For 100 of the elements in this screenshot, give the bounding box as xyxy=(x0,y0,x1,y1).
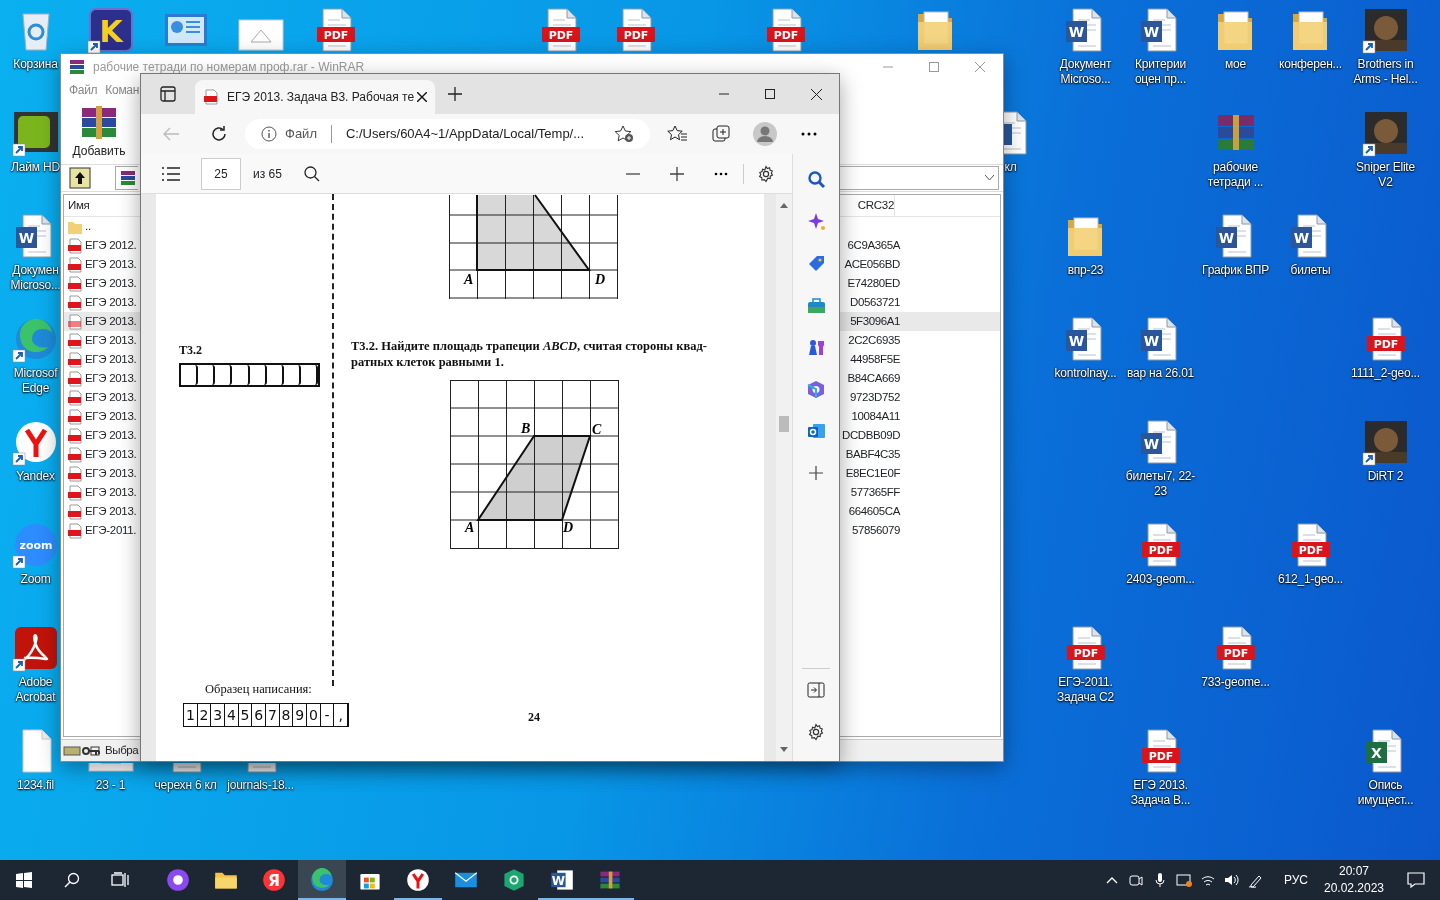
tv-app-icon[interactable] xyxy=(11,109,60,157)
language-indicator[interactable]: РУС xyxy=(1283,871,1308,889)
taskbar-app-button[interactable]: Я xyxy=(250,860,298,900)
sample-digits: 1 2 3 4 5 6 7 8 9 0 - , xyxy=(183,702,349,727)
settings-icon xyxy=(807,723,825,741)
file-name[interactable]: ЕГЭ 2012. xyxy=(85,236,137,255)
icon-label: Zoom xyxy=(20,572,51,587)
icon-label: конферен... xyxy=(1279,57,1342,72)
pdf-file-icon xyxy=(67,294,83,311)
crc-value: B84CA669 xyxy=(846,370,900,386)
browser-icon: Я xyxy=(262,868,286,892)
scrollbar-thumb[interactable] xyxy=(779,416,789,432)
game-icon[interactable] xyxy=(1361,418,1410,466)
answer-boxes[interactable] xyxy=(179,363,320,387)
file-name[interactable]: ЕГЭ 2013. xyxy=(85,388,137,407)
file-name[interactable]: ЕГЭ 2013. xyxy=(85,369,137,388)
file-name[interactable]: ЕГЭ 2013. xyxy=(85,407,137,426)
start-icon xyxy=(16,872,32,888)
file-name[interactable]: ЕГЭ-2011. xyxy=(85,521,137,540)
close-icon[interactable] xyxy=(417,92,427,102)
more-icon xyxy=(714,171,728,176)
add-favorite-icon[interactable] xyxy=(614,125,634,143)
scroll-down-icon[interactable] xyxy=(780,747,788,753)
file-name[interactable]: ЕГЭ 2013. xyxy=(85,255,137,274)
address-bar[interactable]: Файл C:/Users/60A4~1/AppData/Local/Temp/... xyxy=(245,119,650,149)
crc-value: 5F3096A1 xyxy=(849,313,900,329)
pdf-file-icon xyxy=(67,389,83,406)
icon-label: DiRT 2 xyxy=(1367,469,1404,484)
pdf-file-icon xyxy=(67,351,83,368)
crc-value: ACE056BD xyxy=(843,256,900,272)
file-name[interactable]: ЕГЭ 2013. xyxy=(85,274,137,293)
scrollbar[interactable] xyxy=(776,194,792,761)
maximize-icon xyxy=(929,62,939,72)
pdf-reader-icon[interactable] xyxy=(11,624,60,672)
file-name[interactable]: ЕГЭ 2013. xyxy=(85,331,137,350)
file-name[interactable]: ЕГЭ 2013. xyxy=(85,464,137,483)
shield-icon xyxy=(502,868,526,892)
browser-icon xyxy=(406,868,430,892)
more-icon xyxy=(801,132,817,136)
page-count: из 65 xyxy=(253,165,282,183)
icon-label: кл xyxy=(1004,160,1017,175)
file-name[interactable]: ЕГЭ 2013. xyxy=(85,445,137,464)
volume-icon[interactable] xyxy=(1223,872,1240,888)
panel-toggle-icon xyxy=(807,682,825,698)
icon-label: Лайм HD xyxy=(11,160,60,175)
file-name[interactable]: ЕГЭ 2013. xyxy=(85,483,137,502)
icon-label: Sniper Elite V2 xyxy=(1355,160,1416,190)
icon-label: черехн 6 кл xyxy=(154,778,217,793)
up-folder-icon[interactable] xyxy=(69,167,91,189)
pdf-file-icon xyxy=(67,503,83,520)
menu-item[interactable]: Коман xyxy=(105,81,140,99)
scroll-up-icon[interactable] xyxy=(780,202,788,208)
image-file-icon[interactable] xyxy=(86,763,135,775)
add-button[interactable]: Добавить xyxy=(69,102,129,160)
crc-value: 10084A11 xyxy=(850,408,900,424)
icon-label: kontrolnay... xyxy=(1054,366,1117,381)
settings-icon xyxy=(757,164,775,183)
icon-label: 733-geome... xyxy=(1201,675,1270,690)
file-name[interactable]: ЕГЭ 2013. xyxy=(85,502,137,521)
maximize-icon xyxy=(765,89,775,99)
icon-label: 23 - 1 xyxy=(95,778,126,793)
update-icon[interactable] xyxy=(1175,872,1192,888)
chess-pieces-icon xyxy=(807,338,825,356)
file-name[interactable]: ЕГЭ 2013. xyxy=(85,293,137,312)
letter-app-icon[interactable]: K xyxy=(86,6,135,54)
clock-time[interactable]: 20:07 xyxy=(1339,863,1369,880)
crc-value: E74280ED xyxy=(846,275,900,291)
page-number-field[interactable]: 25 xyxy=(201,157,241,190)
icon-label: рабочие тетради ... xyxy=(1206,160,1265,190)
taskbar-app-button[interactable]: W xyxy=(538,860,586,900)
browser-icon xyxy=(310,868,334,892)
favorites-icon xyxy=(667,125,687,143)
back-icon xyxy=(163,127,179,141)
contents-icon xyxy=(162,166,180,181)
info-icon[interactable] xyxy=(261,126,277,142)
file-name[interactable]: ЕГЭ 2013. xyxy=(85,312,137,331)
column-header[interactable]: Имя xyxy=(64,196,90,215)
game-icon[interactable] xyxy=(1361,109,1410,157)
file-name[interactable]: .. xyxy=(85,217,91,236)
browser-tab[interactable]: ЕГЭ 2013. Задача В3. Рабочая те xyxy=(195,80,435,114)
clock-date[interactable]: 20.02.2023 xyxy=(1323,880,1385,897)
file-name[interactable]: ЕГЭ 2013. xyxy=(85,426,137,445)
icon-label: Adobe Acrobat xyxy=(14,675,57,705)
icon-label: Yandex xyxy=(16,469,55,484)
zoom-out-icon xyxy=(626,172,640,175)
icon-label: График ВПР xyxy=(1202,263,1269,278)
pdf-file-icon xyxy=(203,89,219,105)
icon-label: Документ Microso... xyxy=(1058,57,1113,87)
file-name[interactable]: ЕГЭ 2013. xyxy=(85,350,137,369)
game-icon[interactable] xyxy=(1361,6,1410,54)
path-field[interactable] xyxy=(115,166,138,190)
column-header[interactable]: CRC32 xyxy=(836,196,894,215)
vertex-label: A xyxy=(465,520,475,535)
pdf-file-icon xyxy=(67,446,83,463)
tag-icon xyxy=(807,254,825,272)
icon-label: journals-18... xyxy=(227,778,294,793)
menu-item[interactable]: Файл xyxy=(69,81,98,99)
office-icon xyxy=(807,380,825,398)
camera-icon[interactable] xyxy=(1127,872,1144,888)
close-icon xyxy=(975,62,985,72)
